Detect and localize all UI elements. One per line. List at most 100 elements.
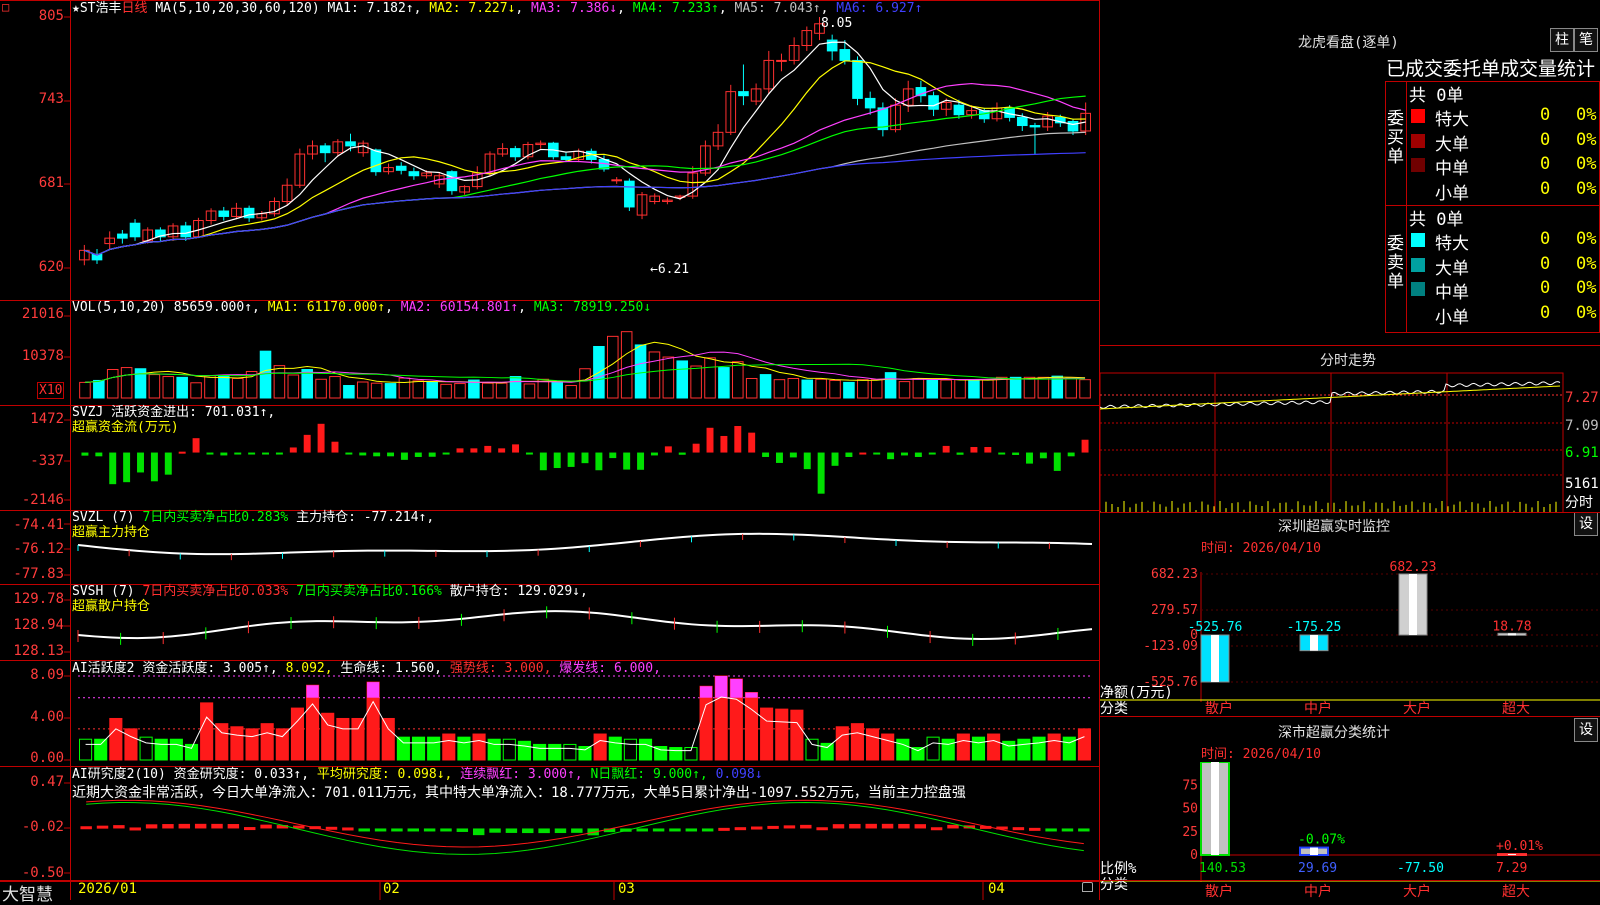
svzj-bar [414, 452, 422, 457]
price-panel-header: ★ST浩丰日线 MA(5,10,20,30,60,120) MA1: 7.182… [72, 1, 923, 16]
panel-divider [1100, 880, 1600, 881]
svzj-bar [262, 452, 269, 455]
order-size-label: 特大 [1435, 110, 1469, 130]
ai-activity-bar [109, 717, 123, 761]
category-bar-highlight [1310, 847, 1318, 855]
candle-body [560, 156, 572, 160]
ma60-line [84, 131, 1086, 256]
order-percent: 0% [1576, 302, 1597, 323]
ai-activity-bar [608, 736, 622, 761]
ai-research-bar [685, 828, 698, 832]
svzj-bar [456, 448, 464, 453]
candle-body [928, 95, 939, 110]
ai-research-bar [734, 827, 747, 831]
category-settings-button[interactable]: 设 [1574, 718, 1598, 742]
ai-research-bar [914, 824, 926, 829]
ai-burst-segment [730, 679, 743, 698]
svzj-bar [887, 452, 895, 460]
candlestick-series [79, 17, 1091, 266]
svzl-axis-label: -74.41 [13, 517, 64, 533]
volume-bar [370, 382, 383, 399]
volume-bar [829, 379, 841, 399]
ai-research-bar [162, 824, 174, 829]
volume-bar [231, 377, 244, 399]
volume-bar [565, 385, 577, 399]
ai2-t3: 连续飘红: 3.000↑, [460, 767, 583, 782]
ai2-comment: 近期大资金非常活跃，今日大单净流入：701.011万元，其中特大单净流入：18.… [72, 785, 966, 801]
ai1-t1: 资金活跃度: 3.005↑, [142, 661, 278, 676]
ai-research-bar [1012, 827, 1025, 831]
volume-bar [1009, 376, 1022, 399]
star-icon[interactable]: ★ [72, 1, 80, 16]
candle-body [953, 104, 965, 116]
svzj-bars [81, 423, 1089, 494]
lock-icon[interactable] [1082, 882, 1093, 892]
ai1-axis-label: 4.00 [30, 709, 64, 725]
ai-activity-bar [638, 738, 653, 761]
category-name-label: 大户 [1403, 883, 1431, 900]
volume-bar [898, 381, 911, 399]
order-count: 0 [1540, 278, 1551, 298]
ma1-value: MA1: 7.182↑ [327, 1, 414, 16]
ai-research-bar [554, 828, 567, 834]
category-value-label: 29.69 [1298, 861, 1337, 876]
ai-research-bar [816, 827, 828, 831]
volume-bar [982, 379, 994, 399]
ai2-t4: N日飘红: 9.000↑, [590, 767, 708, 782]
volume-bar [676, 360, 689, 399]
volume-bar [648, 351, 661, 399]
ai-research-bar [407, 828, 419, 832]
category-value-label: 140.53 [1199, 861, 1246, 876]
ai-activity-bar [669, 747, 683, 761]
svzj-bar [1081, 439, 1089, 453]
ai-activity-bar [760, 707, 774, 761]
monitor-settings-button[interactable]: 设 [1574, 512, 1598, 536]
volume-bar [176, 376, 188, 399]
vol-ma1: MA1: 61170.000↑ [267, 300, 386, 315]
svzj-bar [275, 452, 283, 455]
volume-bar [926, 379, 939, 399]
order-percent: 0% [1576, 229, 1597, 249]
monitor-category-label: 超大 [1502, 701, 1530, 714]
svzj-text: 活跃资金进出: 701.031↑, [111, 405, 276, 420]
svsh-line [77, 610, 1093, 640]
volume-bar [1079, 379, 1091, 399]
main-chart-area[interactable] [0, 0, 1100, 900]
svzl-line [77, 532, 1093, 561]
ai-activity-bar [835, 726, 849, 761]
candle-body [1029, 125, 1041, 128]
volume-bar [204, 375, 216, 399]
vol-unit-badge[interactable]: X10 [37, 382, 65, 399]
candle-body [1067, 120, 1079, 132]
tick-view-button[interactable]: 笔 [1574, 28, 1598, 52]
svzj-subtitle: 超赢资金流(万元) [72, 420, 179, 435]
ai-burst-segment [306, 685, 319, 698]
ai-activity-bars [78, 675, 1092, 761]
svsh-text1: 7日内买卖净占比0.033% [142, 584, 289, 599]
ai-activity-bar [487, 738, 501, 761]
ai-activity-bar [926, 736, 940, 761]
ai-research-bar [391, 828, 403, 832]
ai-activity-bar [336, 717, 350, 761]
svzj-bar [373, 452, 381, 457]
volume-bar [106, 369, 119, 399]
ai2-label: AI研究度2(10) [72, 767, 166, 782]
ai-research-bar [1045, 828, 1057, 832]
period-label[interactable]: 日线 [121, 1, 147, 16]
bar-view-button[interactable]: 柱 [1550, 28, 1574, 52]
candle-body [218, 210, 230, 217]
volume-bar [870, 379, 883, 399]
monitor-xlabel: 分类 [1100, 701, 1128, 717]
ai-research-bar [129, 827, 141, 831]
panel-grid [0, 0, 1100, 900]
app-logo[interactable]: 大智慧 [2, 880, 53, 905]
monitor-axis-label: -123.09 [1143, 639, 1198, 654]
volume-bar [968, 379, 980, 399]
intraday-chart[interactable] [1100, 345, 1600, 513]
low-price-marker: ←6.21 [650, 262, 690, 277]
ai-research-bar [505, 828, 518, 833]
ma6-value: MA6: 6.927↑ [836, 1, 923, 16]
svzj-bar [470, 448, 478, 453]
buy-total: 共 0单 [1409, 86, 1464, 106]
order-size-label: 大单 [1435, 134, 1469, 155]
